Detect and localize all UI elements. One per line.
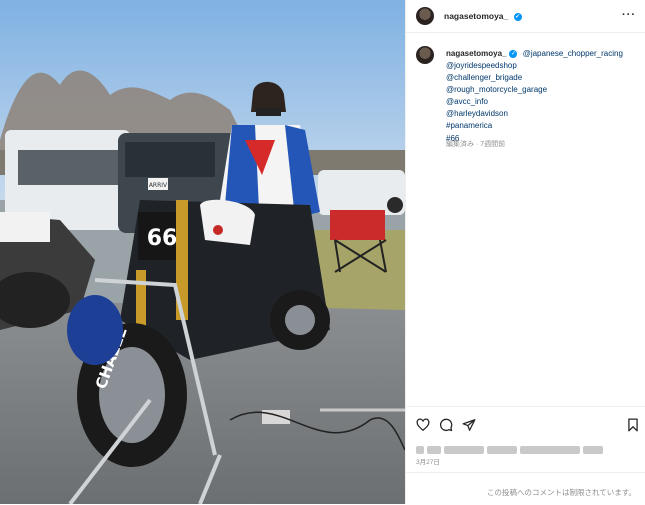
author-username-text: nagasetomoya_ <box>444 11 509 21</box>
caption-tag[interactable]: @avcc_info <box>446 96 547 108</box>
share-icon[interactable] <box>462 418 476 432</box>
comment-icon[interactable] <box>439 418 453 432</box>
caption-tag[interactable]: @joyridespeedshop <box>446 60 547 72</box>
caption-tag[interactable]: @harleydavidson <box>446 108 547 120</box>
author-avatar[interactable] <box>416 7 434 25</box>
post-meta: 編集済み · 7週間前 <box>446 141 506 148</box>
post-side-panel: nagasetomoya_ ✓ ··· nagasetomoya_ ✓ @japa… <box>405 0 645 504</box>
more-options-icon[interactable]: ··· <box>622 9 636 21</box>
comments-disabled-text: この投稿へのコメントは制限されています。 <box>486 488 636 497</box>
bookmark-icon[interactable] <box>626 418 640 432</box>
bike-number: 66 <box>147 226 178 251</box>
heart-icon[interactable] <box>416 418 430 432</box>
sign-text: ARRIV <box>149 182 168 189</box>
post-header: nagasetomoya_ ✓ ··· <box>406 0 645 33</box>
post-photo[interactable]: 66 CHALLE ARRIV <box>0 0 405 504</box>
caption-author[interactable]: nagasetomoya_ <box>446 49 506 58</box>
caption-avatar[interactable] <box>416 46 434 64</box>
photo-illustration: 66 CHALLE ARRIV <box>0 0 405 504</box>
verified-icon: ✓ <box>513 12 522 21</box>
verified-icon: ✓ <box>509 49 518 58</box>
caption-tag[interactable]: @challenger_brigade <box>446 72 547 84</box>
caption-tag[interactable]: @rough_motorcycle_garage <box>446 84 547 96</box>
post-date: 3月27日 <box>416 459 440 466</box>
comment-footer: この投稿へのコメントは制限されています。 <box>406 472 645 505</box>
caption-tag[interactable]: @japanese_chopper_racing <box>523 49 623 58</box>
author-username[interactable]: nagasetomoya_ ✓ <box>444 11 522 21</box>
caption-tag[interactable]: #panamerica <box>446 120 547 132</box>
likes-summary-blurred <box>416 441 638 454</box>
action-bar <box>406 406 645 441</box>
